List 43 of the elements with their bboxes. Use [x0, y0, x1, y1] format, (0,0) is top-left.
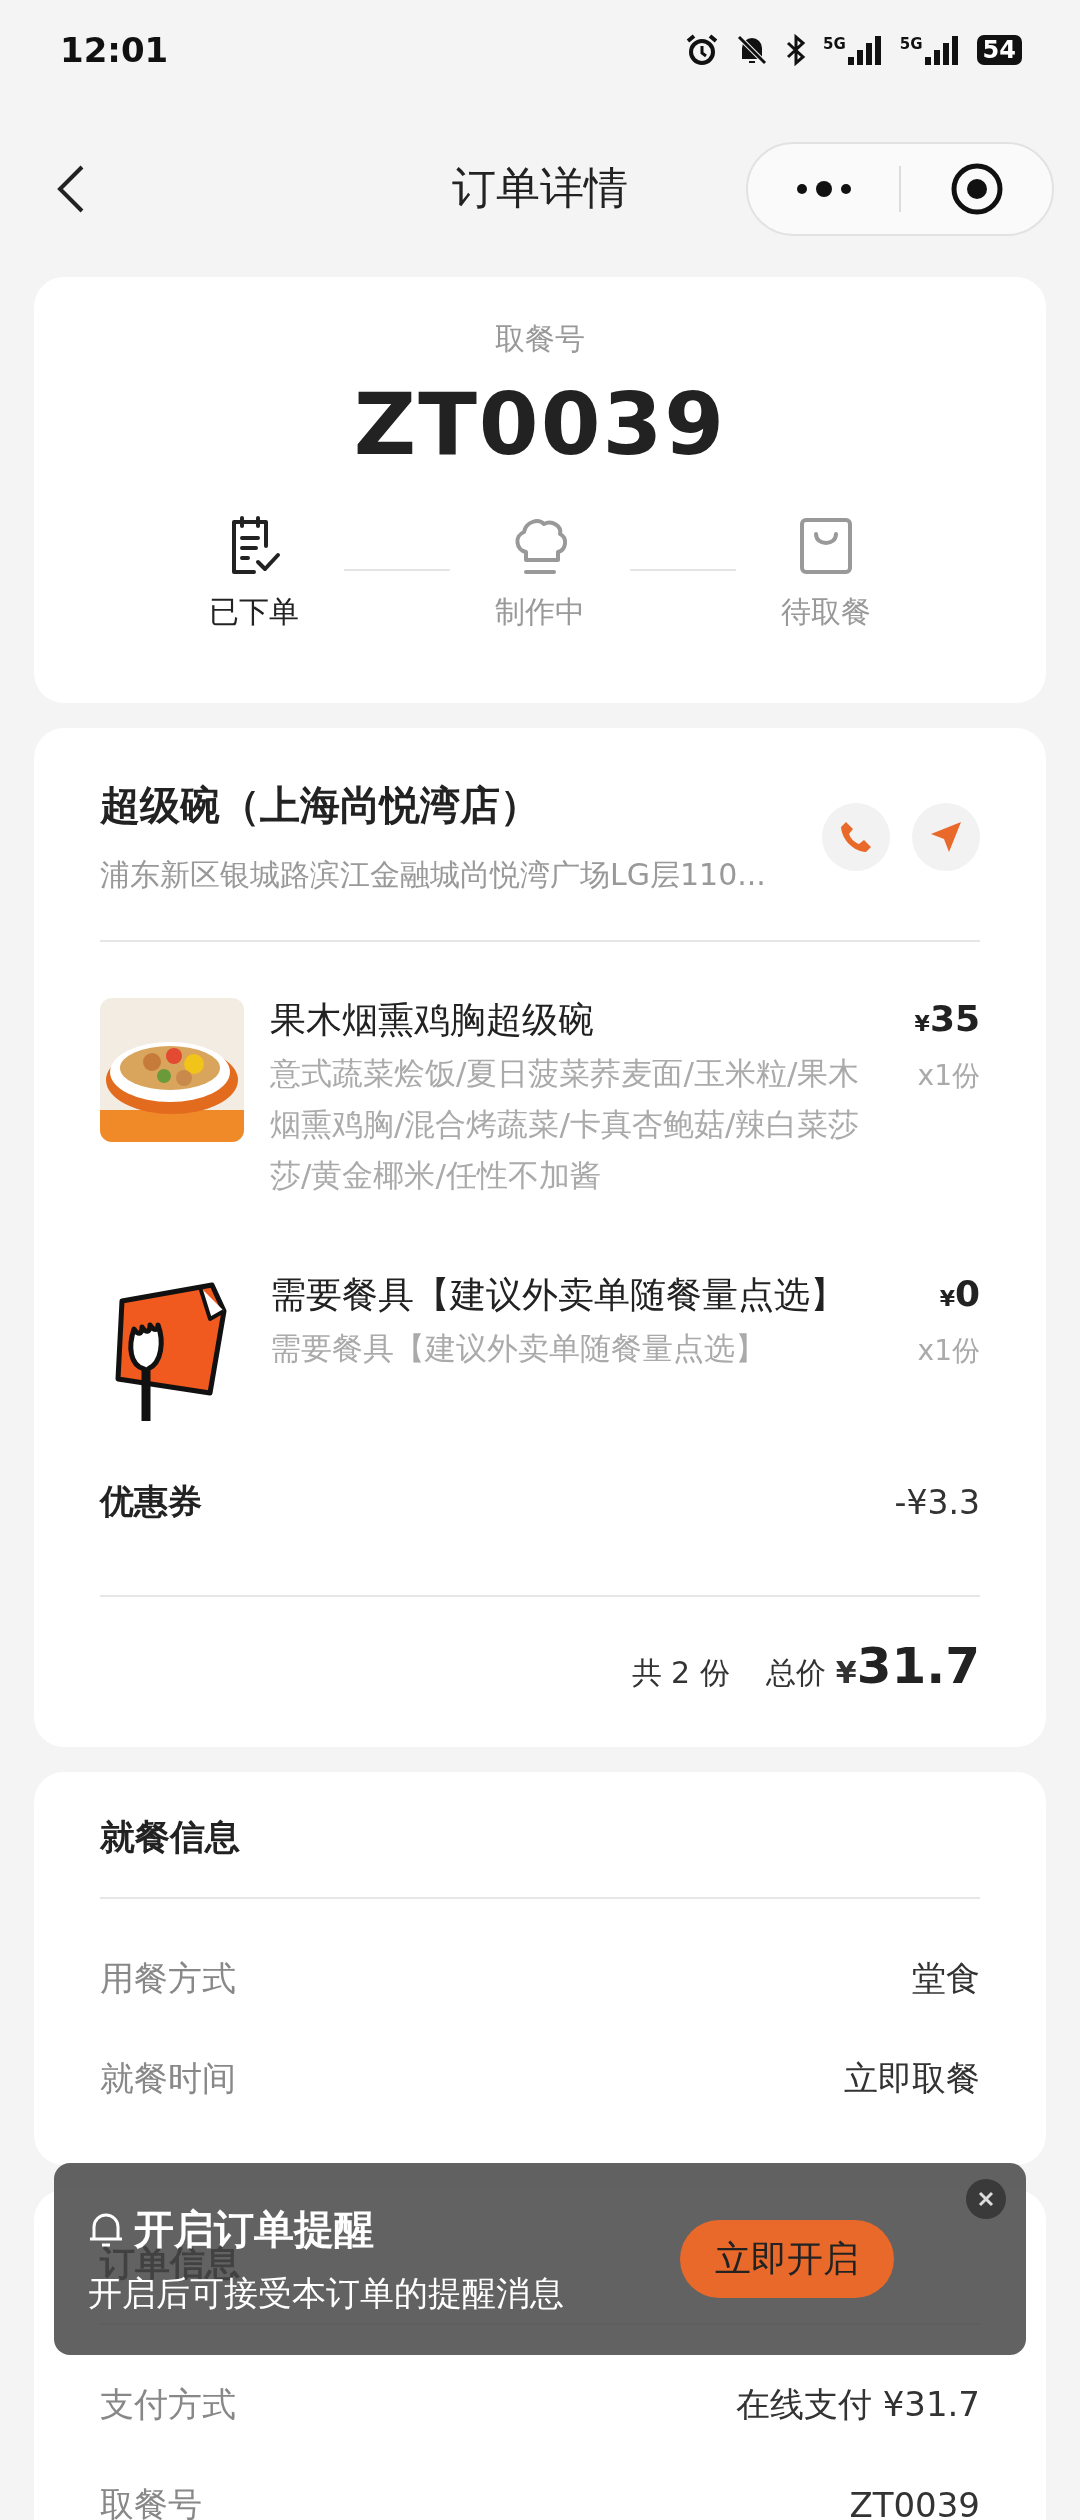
close-button[interactable] — [966, 2179, 1006, 2219]
enable-button[interactable]: 立即开启 — [680, 2220, 894, 2298]
info-value: 在线支付 ¥31.7 — [735, 2383, 980, 2426]
item-name: 果木烟熏鸡胸超级碗 — [270, 998, 595, 1042]
target-icon — [949, 161, 1004, 216]
info-label: 用餐方式 — [100, 1957, 236, 2000]
step-label: 已下单 — [209, 593, 299, 631]
info-value: 堂食 — [912, 1957, 980, 2000]
alarm-clock-icon — [685, 33, 720, 67]
store-address: 浦东新区银城路滨江金融城尚悦湾广场LG层110... — [100, 856, 766, 894]
bluetooth-icon — [785, 33, 808, 67]
item-count: 共 2 份 — [631, 1654, 730, 1692]
item-description: 意式蔬菜烩饭/夏日菠菜荞麦面/玉米粒/果木烟熏鸡胸/混合烤蔬菜/卡真杏鲍菇/辣白菜莎莎/黄金椰米/任性不加酱 — [270, 1054, 861, 1195]
item-name: 需要餐具【建议外卖单随餐量点选】 — [270, 1273, 847, 1317]
close-icon — [978, 2191, 994, 2207]
signal-icon — [924, 35, 961, 65]
info-label: 取餐号 — [100, 2483, 202, 2520]
step-label: 制作中 — [495, 593, 585, 631]
item-price: ¥35 — [914, 998, 980, 1039]
section-title: 就餐信息 — [100, 1816, 240, 1859]
battery-level: 54 — [976, 35, 1022, 65]
pickup-code: ZT0039 — [352, 374, 728, 474]
step-label: 待取餐 — [781, 593, 871, 631]
coupon-amount: -¥3.3 — [894, 1482, 980, 1522]
store-name: 超级碗（上海尚悦湾店） — [100, 781, 541, 830]
total-label: 总价 — [765, 1654, 826, 1692]
info-value: ZT0039 — [849, 2485, 980, 2520]
page-title: 订单详情 — [452, 161, 628, 215]
phone-icon — [838, 819, 874, 855]
network-type: 5G — [899, 35, 923, 53]
item-quantity: x1份 — [917, 1058, 980, 1094]
coupon-label: 优惠券 — [100, 1480, 202, 1523]
pickup-label: 取餐号 — [494, 320, 586, 358]
network-type: 5G — [823, 35, 846, 53]
info-value: 立即取餐 — [844, 2057, 980, 2100]
info-label: 支付方式 — [100, 2383, 236, 2426]
item-price: ¥0 — [939, 1273, 980, 1314]
info-label: 就餐时间 — [100, 2057, 236, 2100]
total-price: ¥31.7 — [835, 1637, 980, 1695]
item-description: 需要餐具【建议外卖单随餐量点选】 — [270, 1329, 767, 1368]
item-quantity: x1份 — [917, 1333, 980, 1369]
status-time: 12:01 — [60, 30, 169, 70]
signal-icon — [847, 35, 884, 65]
